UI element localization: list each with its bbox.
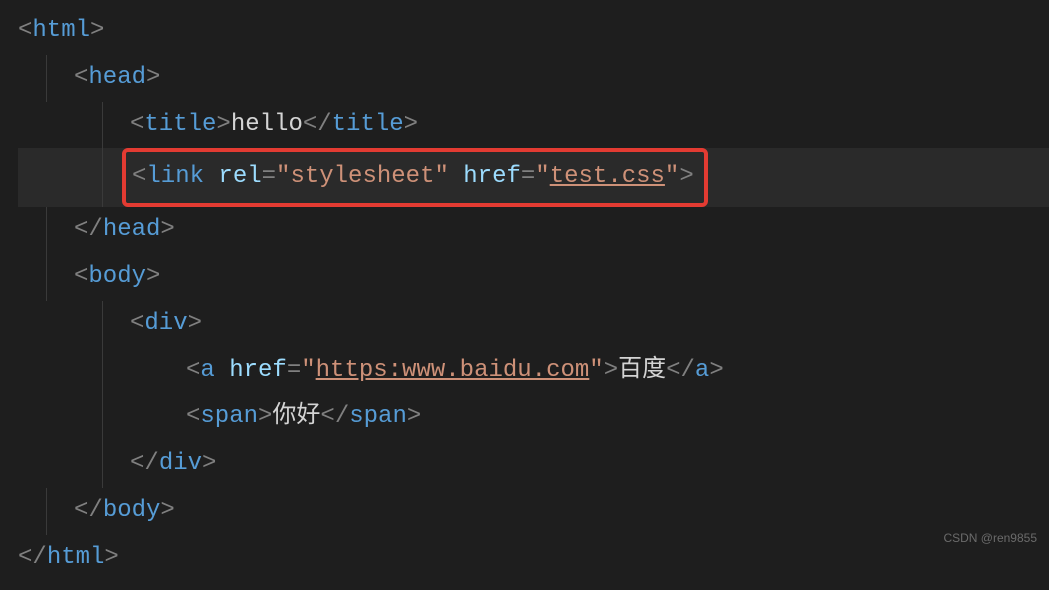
punct: > <box>160 497 174 524</box>
code-line: <a href="https:www.baidu.com">百度</a> <box>18 348 1049 395</box>
punct: > <box>146 263 160 290</box>
watermark: CSDN @ren9855 <box>943 531 1037 545</box>
punct: > <box>188 310 202 337</box>
tag-div: div <box>144 310 187 337</box>
a-text: 百度 <box>618 357 666 384</box>
punct: > <box>604 357 618 384</box>
punct: < <box>130 310 144 337</box>
tag-title: title <box>144 111 216 138</box>
punct: </ <box>130 450 159 477</box>
code-line: </div> <box>18 441 1049 488</box>
code-line: <html> <box>18 8 1049 55</box>
code-line: <title>hello</title> <box>18 102 1049 149</box>
punct: > <box>216 111 230 138</box>
punct: > <box>202 450 216 477</box>
punct: > <box>258 403 272 430</box>
val-rel: "stylesheet" <box>276 163 449 190</box>
punct: </ <box>303 111 332 138</box>
tag-a: a <box>200 357 214 384</box>
quote: " <box>301 357 315 384</box>
tag-body: body <box>88 263 146 290</box>
attr-href: href <box>463 163 521 190</box>
code-line-highlighted: <link rel="stylesheet" href="test.css"> <box>18 148 1049 207</box>
punct: > <box>709 357 723 384</box>
code-line: <div> <box>18 301 1049 348</box>
punct: < <box>18 17 32 44</box>
punct: > <box>104 544 118 571</box>
punct: </ <box>74 216 103 243</box>
punct: = <box>521 163 535 190</box>
tag-div-close: div <box>159 450 202 477</box>
tag-html-close: html <box>47 544 105 571</box>
val-a-href: https:www.baidu.com <box>316 357 590 384</box>
code-editor[interactable]: <html> <head> <title>hello</title> <link… <box>0 0 1049 590</box>
attr-href: href <box>229 357 287 384</box>
span-text: 你好 <box>272 403 320 430</box>
quote: " <box>665 163 679 190</box>
punct: </ <box>74 497 103 524</box>
code-line: <head> <box>18 55 1049 102</box>
code-line: <span>你好</span> <box>18 394 1049 441</box>
code-line: </head> <box>18 207 1049 254</box>
punct: > <box>407 403 421 430</box>
title-text: hello <box>231 111 303 138</box>
tag-a-close: a <box>695 357 709 384</box>
punct: < <box>74 263 88 290</box>
tag-body-close: body <box>103 497 161 524</box>
punct: > <box>404 111 418 138</box>
punct: < <box>74 64 88 91</box>
punct: = <box>287 357 301 384</box>
attr-rel: rel <box>218 163 261 190</box>
punct: < <box>130 111 144 138</box>
punct: </ <box>18 544 47 571</box>
punct: < <box>186 403 200 430</box>
val-link-href: test.css <box>550 163 665 190</box>
tag-span-close: span <box>349 403 407 430</box>
highlight-box: <link rel="stylesheet" href="test.css"> <box>122 148 708 207</box>
quote: " <box>589 357 603 384</box>
punct: > <box>146 64 160 91</box>
tag-head: head <box>88 64 146 91</box>
tag-html: html <box>32 17 90 44</box>
code-line: </body> <box>18 488 1049 535</box>
code-line: <body> <box>18 254 1049 301</box>
punct: = <box>262 163 276 190</box>
tag-head-close: head <box>103 216 161 243</box>
tag-title-close: title <box>332 111 404 138</box>
punct: < <box>186 357 200 384</box>
tag-link: link <box>146 163 204 190</box>
punct: > <box>160 216 174 243</box>
punct: < <box>132 163 146 190</box>
punct: </ <box>320 403 349 430</box>
punct: > <box>679 163 693 190</box>
code-line: </html> <box>18 535 1049 582</box>
quote: " <box>535 163 549 190</box>
punct: </ <box>666 357 695 384</box>
punct: > <box>90 17 104 44</box>
tag-span: span <box>200 403 258 430</box>
